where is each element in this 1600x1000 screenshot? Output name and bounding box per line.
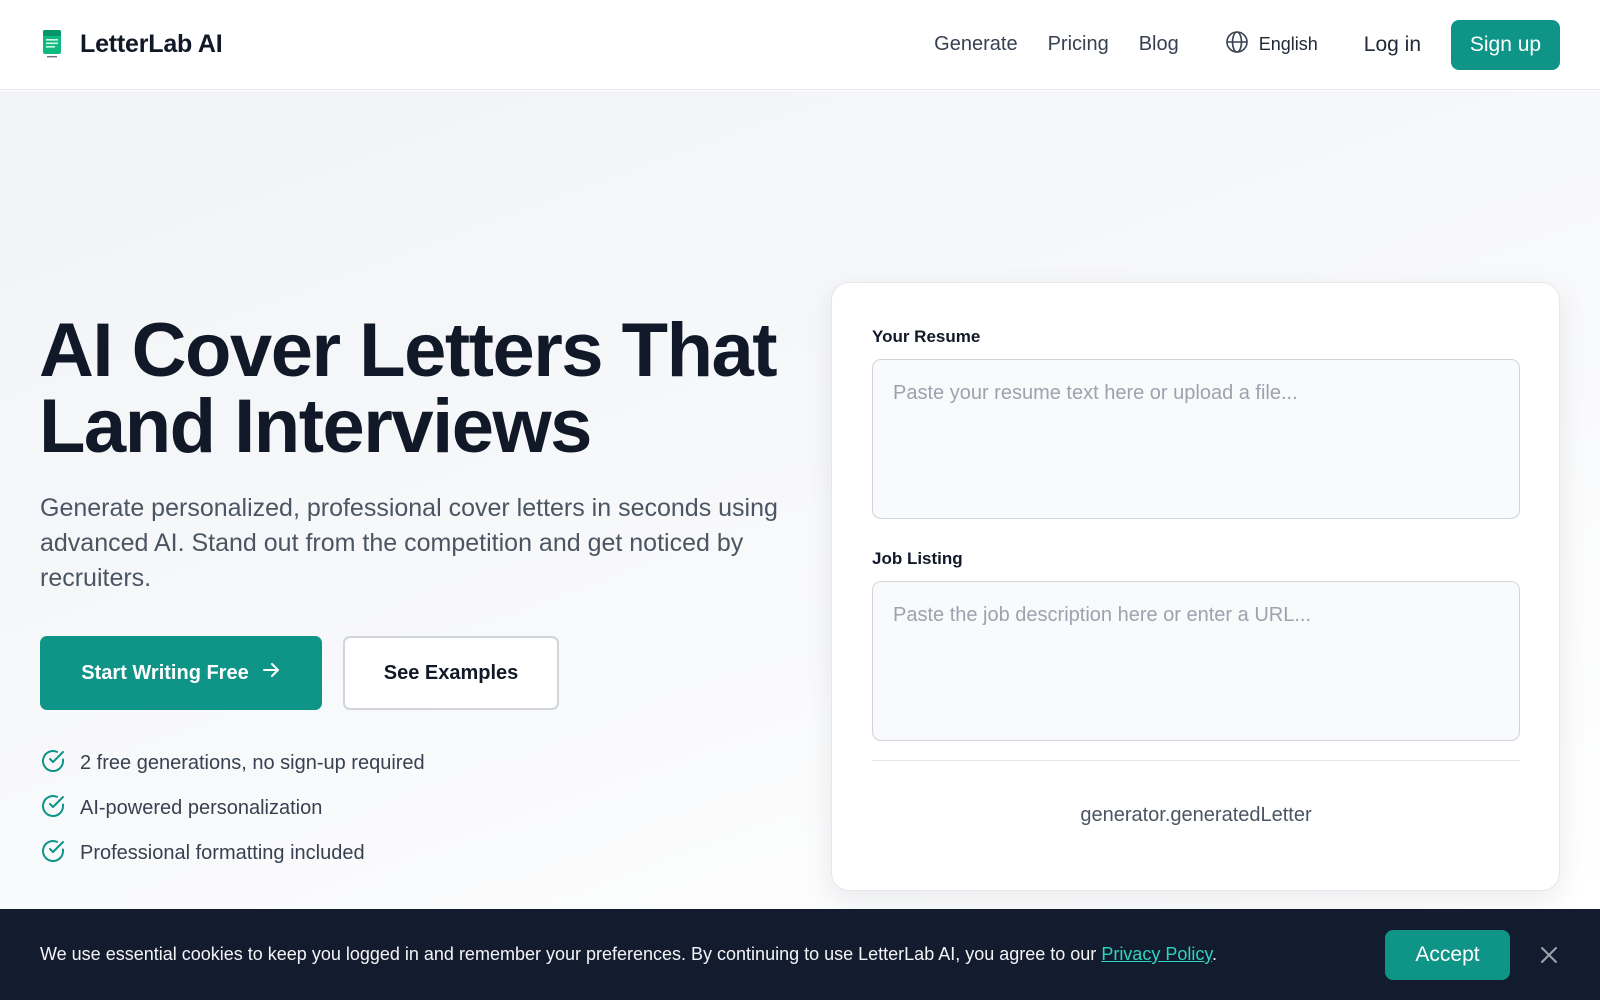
job-listing-label: Job Listing xyxy=(872,549,963,568)
signup-button[interactable]: Sign up xyxy=(1451,19,1560,70)
nav-blog[interactable]: Blog xyxy=(1139,33,1179,56)
globe-icon xyxy=(1225,30,1249,59)
cookie-text-after: . xyxy=(1212,944,1218,964)
language-label: English xyxy=(1258,34,1318,54)
hero-subtitle: Generate personalized, professional cove… xyxy=(40,494,778,592)
close-icon[interactable] xyxy=(1538,944,1560,966)
feature-item: 2 free generations, no sign-up required xyxy=(40,741,425,786)
document-logo-icon xyxy=(40,28,66,62)
brand-name: LetterLab AI xyxy=(80,30,223,58)
start-writing-button[interactable]: Start Writing Free xyxy=(40,636,322,710)
login-link[interactable]: Log in xyxy=(1364,33,1421,57)
nav-pricing[interactable]: Pricing xyxy=(1048,33,1109,56)
feature-text: AI-powered personalization xyxy=(80,797,323,819)
hero-title: AI Cover Letters That Land Interviews xyxy=(39,313,799,465)
divider xyxy=(872,760,1520,761)
generated-letter-placeholder: generator.generatedLetter xyxy=(1080,804,1312,826)
language-selector[interactable]: English xyxy=(1225,30,1318,59)
hero-title-line2: Land Interviews xyxy=(39,384,592,469)
feature-item: AI-powered personalization xyxy=(40,786,425,831)
job-listing-input[interactable] xyxy=(872,581,1520,741)
cookie-text-before: We use essential cookies to keep you log… xyxy=(40,944,1102,964)
check-circle-icon xyxy=(40,838,66,869)
main-nav: Generate Pricing Blog English Log in Sig… xyxy=(934,19,1560,70)
feature-list: 2 free generations, no sign-up required … xyxy=(40,741,425,876)
cookie-message: We use essential cookies to keep you log… xyxy=(40,944,1217,965)
resume-input[interactable] xyxy=(872,359,1520,519)
resume-label: Your Resume xyxy=(872,327,981,346)
start-writing-label: Start Writing Free xyxy=(81,661,249,684)
feature-text: 2 free generations, no sign-up required xyxy=(80,752,425,774)
feature-item: Professional formatting included xyxy=(40,831,425,876)
nav-generate[interactable]: Generate xyxy=(934,33,1017,56)
cookie-banner: We use essential cookies to keep you log… xyxy=(0,909,1600,1000)
accept-cookies-button[interactable]: Accept xyxy=(1385,929,1510,980)
check-circle-icon xyxy=(40,793,66,824)
privacy-policy-link[interactable]: Privacy Policy xyxy=(1101,944,1212,964)
site-header: LetterLab AI Generate Pricing Blog Engli… xyxy=(0,0,1600,90)
arrow-right-icon xyxy=(261,660,281,686)
hero-section: AI Cover Letters That Land Interviews Ge… xyxy=(0,91,1600,909)
see-examples-button[interactable]: See Examples xyxy=(343,636,559,710)
generator-card: Your Resume Job Listing generator.genera… xyxy=(831,282,1560,891)
feature-text: Professional formatting included xyxy=(80,842,365,864)
brand[interactable]: LetterLab AI xyxy=(40,28,223,62)
hero-title-line1: AI Cover Letters That xyxy=(39,308,778,393)
check-circle-icon xyxy=(40,748,66,779)
